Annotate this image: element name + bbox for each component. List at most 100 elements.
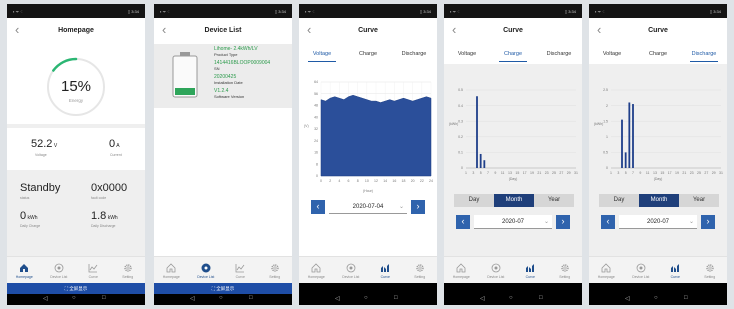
- nav-recent-icon[interactable]: □: [539, 295, 543, 301]
- tab-curve[interactable]: Curve: [658, 257, 693, 284]
- period-selector: Day Month Year: [599, 194, 719, 207]
- date-picker[interactable]: 2020-07 ⌄: [619, 215, 697, 229]
- tab-device-list[interactable]: Device List: [334, 257, 369, 284]
- x-tick-label: 25: [697, 171, 701, 175]
- x-tick-label: 16: [392, 179, 396, 183]
- device-icon: [636, 263, 645, 273]
- phone-device-list: ▪ ᯤ ⁖ ▯ 3:34 ‹ Device List Lihome- 2.4kWh…: [154, 4, 292, 305]
- nav-back-icon[interactable]: ◁: [190, 295, 195, 302]
- x-tick-label: 14: [383, 179, 387, 183]
- tab-curve[interactable]: Curve: [76, 257, 111, 284]
- status-bar: ▪ ᯤ ⁖ ▯ 3:34: [7, 4, 145, 18]
- period-month[interactable]: Month: [639, 194, 679, 207]
- voltage-label: Voltage: [35, 153, 47, 157]
- nav-home-icon[interactable]: ○: [509, 295, 513, 301]
- nav-home-icon[interactable]: ○: [219, 295, 223, 301]
- active-tab-underline: [308, 60, 336, 62]
- curve-icon: [526, 264, 534, 272]
- gear-icon: [705, 264, 714, 272]
- tab-setting[interactable]: Setting: [258, 257, 293, 284]
- nav-recent-icon[interactable]: □: [249, 295, 253, 301]
- tab-homepage[interactable]: Homepage: [444, 257, 479, 284]
- tab-curve[interactable]: Curve: [223, 257, 258, 284]
- fullscreen-bar: [589, 283, 727, 294]
- tab-discharge[interactable]: Discharge: [391, 51, 437, 57]
- bar: [483, 160, 486, 168]
- tab-device-list[interactable]: Device List: [624, 257, 659, 284]
- x-tick-label: 7: [487, 171, 489, 175]
- date-picker[interactable]: 2020-07 ⌄: [474, 215, 552, 229]
- prev-date-button[interactable]: ‹: [456, 215, 470, 229]
- tab-curve[interactable]: Curve: [368, 257, 403, 284]
- nav-back-icon[interactable]: ◁: [43, 295, 48, 302]
- nav-home-icon[interactable]: ○: [72, 295, 76, 301]
- tab-curve[interactable]: Curve: [513, 257, 548, 284]
- x-axis-label: (Day): [508, 177, 518, 181]
- y-tick-label: 56: [314, 92, 318, 96]
- x-tick-label: 11: [646, 171, 650, 175]
- nav-back-icon[interactable]: ◁: [625, 295, 630, 302]
- period-day[interactable]: Day: [454, 194, 494, 207]
- bar: [621, 119, 623, 168]
- next-date-button[interactable]: ›: [701, 215, 715, 229]
- next-date-button[interactable]: ›: [556, 215, 570, 229]
- tab-voltage[interactable]: Voltage: [589, 51, 635, 57]
- tab-discharge[interactable]: Discharge: [536, 51, 582, 57]
- nav-home-icon[interactable]: ○: [364, 295, 368, 301]
- chevron-down-icon: ⌄: [688, 219, 694, 225]
- tab-device-list[interactable]: Device List: [479, 257, 514, 284]
- tab-homepage[interactable]: Homepage: [7, 257, 42, 284]
- x-tick-label: 3: [472, 171, 474, 175]
- x-tick-label: 1: [610, 171, 612, 175]
- tab-homepage[interactable]: Homepage: [299, 257, 334, 284]
- tab-homepage[interactable]: Homepage: [589, 257, 624, 284]
- gear-icon: [560, 264, 569, 272]
- android-nav-bar: ◁ ○ □: [444, 294, 582, 305]
- tab-device-list[interactable]: Device List: [189, 257, 224, 284]
- page-title: Curve: [648, 27, 668, 34]
- home-icon: [20, 264, 28, 272]
- tab-charge[interactable]: Charge: [345, 51, 391, 57]
- tab-setting[interactable]: Setting: [403, 257, 438, 284]
- x-tick-label: 2: [329, 179, 331, 183]
- device-icon: [201, 263, 210, 273]
- nav-recent-icon[interactable]: □: [684, 295, 688, 301]
- nav-home-icon[interactable]: ○: [654, 295, 658, 301]
- tab-voltage[interactable]: Voltage: [299, 51, 345, 57]
- y-tick-label: 8: [316, 162, 318, 166]
- fullscreen-bar[interactable]: ⛶ 全屏显示: [7, 283, 145, 294]
- chevron-down-icon: ⌄: [398, 204, 404, 210]
- tab-setting[interactable]: Setting: [693, 257, 728, 284]
- tab-setting[interactable]: Setting: [111, 257, 146, 284]
- period-month[interactable]: Month: [494, 194, 534, 207]
- x-tick-label: 10: [365, 179, 369, 183]
- x-tick-label: 20: [411, 179, 415, 183]
- tab-discharge[interactable]: Discharge: [681, 51, 727, 57]
- x-tick-label: 0: [320, 179, 322, 183]
- period-year[interactable]: Year: [534, 194, 574, 207]
- tab-setting[interactable]: Setting: [548, 257, 583, 284]
- nav-back-icon[interactable]: ◁: [480, 295, 485, 302]
- date-picker[interactable]: 2020-07-04 ⌄: [329, 200, 407, 214]
- nav-recent-icon[interactable]: □: [102, 295, 106, 301]
- page-title: Device List: [204, 27, 242, 34]
- nav-recent-icon[interactable]: □: [394, 295, 398, 301]
- tab-device-list[interactable]: Device List: [42, 257, 77, 284]
- prev-date-button[interactable]: ‹: [311, 200, 325, 214]
- period-year[interactable]: Year: [679, 194, 719, 207]
- tab-charge[interactable]: Charge: [490, 51, 536, 57]
- tab-homepage[interactable]: Homepage: [154, 257, 189, 284]
- fault-value: 0x0000: [91, 182, 128, 194]
- period-day[interactable]: Day: [599, 194, 639, 207]
- active-tab-underline: [499, 60, 527, 62]
- curve-icon: [671, 264, 679, 272]
- charge-chart: 00.10.20.30.40.51 3 5 7 9 11 13 15 17 19 21 23 25 27 2…: [458, 88, 578, 175]
- next-date-button[interactable]: ›: [411, 200, 425, 214]
- nav-back-icon[interactable]: ◁: [335, 295, 340, 302]
- status-bar: ▪ ᯤ ⁖ ▯ 3:34: [589, 4, 727, 18]
- tab-charge[interactable]: Charge: [635, 51, 681, 57]
- prev-date-button[interactable]: ‹: [601, 215, 615, 229]
- y-tick-label: 16: [314, 151, 318, 155]
- fullscreen-bar[interactable]: ⛶ 全屏显示: [154, 283, 292, 294]
- tab-voltage[interactable]: Voltage: [444, 51, 490, 57]
